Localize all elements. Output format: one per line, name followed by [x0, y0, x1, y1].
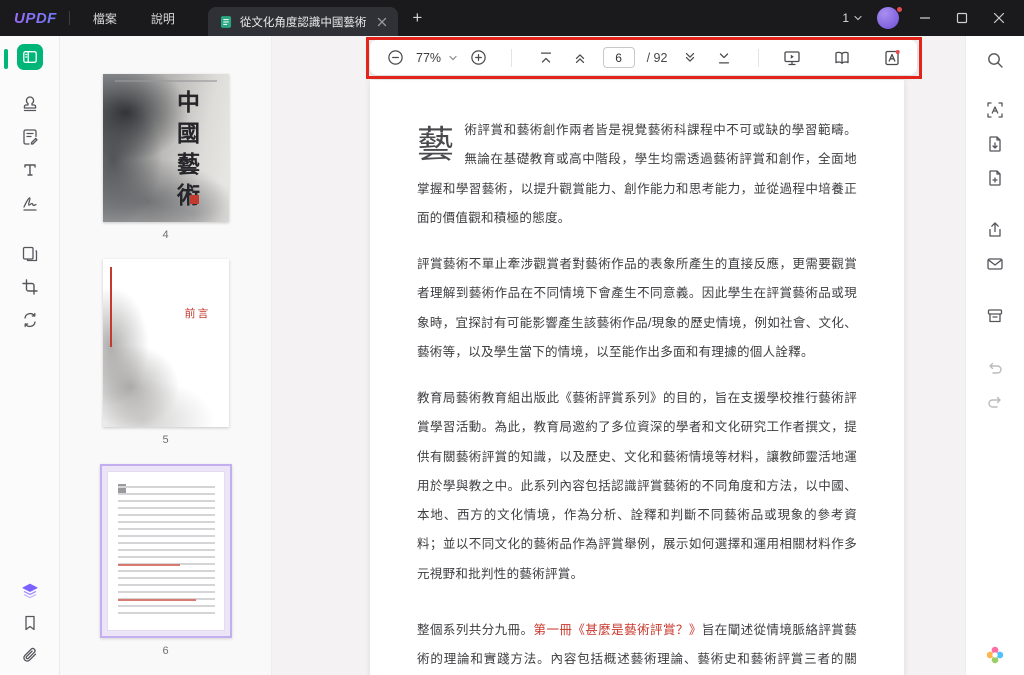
tab-title: 從文化角度認識中國藝術 [239, 16, 367, 29]
export-icon[interactable] [980, 130, 1010, 158]
tab-count-dropdown[interactable]: 1 [842, 11, 862, 25]
thumbnail-page-number: 5 [162, 434, 169, 446]
scroll-to-top-icon[interactable] [535, 46, 557, 70]
new-tab-button[interactable]: + [412, 8, 422, 28]
toolbar-divider [511, 48, 513, 67]
right-tool-rail [965, 36, 1024, 675]
dropcap: 藝 [417, 124, 455, 165]
left-rail-bottom [15, 577, 45, 675]
document-icon [219, 15, 233, 29]
thumbnail-page-number: 4 [162, 229, 169, 242]
topbar: UPDF 檔案 說明 從文化角度認識中國藝術 + 1 [0, 0, 1024, 36]
active-tool-indicator [4, 49, 8, 69]
viewer-toolbar: 77% 6 / 92 [370, 40, 917, 75]
menu-help[interactable]: 說明 [134, 10, 192, 27]
edit-text-icon[interactable] [15, 156, 45, 184]
layers-icon[interactable] [15, 577, 45, 605]
tab-close-icon[interactable] [377, 17, 387, 27]
left-tool-rail [0, 36, 60, 675]
ai-assistant-icon[interactable] [980, 641, 1010, 669]
thumbnail-panel-icon[interactable] [16, 44, 43, 70]
tab-count-value: 1 [842, 11, 849, 25]
page-number-input[interactable]: 6 [602, 47, 635, 68]
maximize-button[interactable] [951, 7, 973, 29]
page-text: 藝術評賞和藝術創作兩者皆是視覺藝術科課程中不可或缺的學習範疇。無論在基礎教育或高… [370, 80, 904, 675]
attachment-icon[interactable] [15, 641, 45, 669]
minimize-button[interactable] [914, 7, 936, 29]
bookmark-icon[interactable] [15, 609, 45, 637]
previous-page-icon[interactable] [569, 46, 591, 70]
preface-artwork [102, 259, 229, 427]
document-paragraph: 整個系列共分九冊。第一冊《甚麼是藝術評賞？》旨在闡述從情境脈絡評賞藝術的理論和實… [417, 622, 858, 666]
mini-red-line [117, 599, 196, 601]
red-highlight-text: 第一冊《甚麼是藝術評賞？》 [533, 622, 702, 637]
updf-logo: UPDF [14, 9, 57, 27]
search-icon[interactable] [980, 46, 1010, 74]
organize-pages-icon[interactable] [15, 240, 45, 268]
share-icon[interactable] [980, 216, 1010, 244]
preface-label: 前言 [184, 308, 211, 321]
toolbar-divider [757, 48, 759, 67]
topbar-divider [68, 11, 70, 25]
document-viewer: 藝術評賞和藝術創作兩者皆是視覺藝術科課程中不可或缺的學習範疇。無論在基礎教育或高… [272, 36, 965, 675]
convert-icon[interactable] [15, 306, 45, 334]
redo-icon[interactable] [980, 388, 1010, 416]
save-icon[interactable] [980, 302, 1010, 330]
document-paragraph: 評賞藝術不單止牽涉觀賞者對藝術作品的表象所產生的直接反應，更需要觀賞者理解到藝術… [417, 257, 857, 359]
cover-subtitle-line [114, 80, 217, 82]
zoom-out-icon[interactable] [384, 46, 406, 70]
page-thumbnail-5[interactable]: 前言 [102, 259, 229, 427]
thumbnail-page-number: 6 [162, 645, 169, 657]
document-paragraph: 教育局藝術教育組出版此《藝術評賞系列》的目的，旨在支援學校推行藝術評賞學習活動。… [417, 391, 857, 581]
avatar[interactable] [877, 6, 903, 29]
page-thumbnail-4[interactable]: 中國藝術 [102, 74, 229, 223]
notification-badge [896, 6, 903, 13]
translate-icon[interactable] [881, 46, 903, 70]
mail-icon[interactable] [980, 250, 1010, 278]
pdf-page: 藝術評賞和藝術創作兩者皆是視覺藝術科課程中不可或缺的學習範疇。無論在基礎教育或高… [370, 80, 904, 675]
mini-red-line [117, 564, 180, 566]
menu-file[interactable]: 檔案 [76, 10, 134, 27]
undo-icon[interactable] [980, 354, 1010, 382]
close-window-button[interactable] [988, 7, 1010, 29]
extract-icon[interactable] [980, 164, 1010, 192]
ocr-icon[interactable] [980, 96, 1010, 124]
presentation-icon[interactable] [781, 46, 803, 70]
reading-mode-icon[interactable] [831, 46, 853, 70]
scroll-to-bottom-icon[interactable] [713, 46, 735, 70]
preface-red-rule [109, 267, 112, 348]
zoom-in-icon[interactable] [467, 46, 489, 70]
document-tab[interactable]: 從文化角度認識中國藝術 [207, 7, 399, 36]
next-page-icon[interactable] [679, 46, 701, 70]
stamp-icon[interactable] [15, 90, 45, 118]
crop-icon[interactable] [15, 273, 45, 301]
signature-icon[interactable] [15, 189, 45, 217]
zoom-level[interactable]: 77% [416, 51, 441, 65]
chevron-down-icon [854, 15, 862, 21]
page-thumbnail-6 [106, 471, 225, 631]
thumbnail-panel: 中國藝術 4 前言 5 6 [60, 36, 272, 675]
topbar-right: 1 [842, 6, 1024, 29]
document-paragraph: 藝術評賞和藝術創作兩者皆是視覺藝術科課程中不可或缺的學習範疇。無論在基礎教育或高… [417, 116, 857, 233]
cover-artwork [102, 74, 229, 223]
comment-icon[interactable] [15, 123, 45, 151]
cover-seal [189, 195, 199, 205]
page-thumbnail-6-selected[interactable] [99, 464, 232, 638]
page-count: / 92 [646, 50, 668, 65]
zoom-dropdown-caret-icon[interactable] [449, 55, 457, 61]
